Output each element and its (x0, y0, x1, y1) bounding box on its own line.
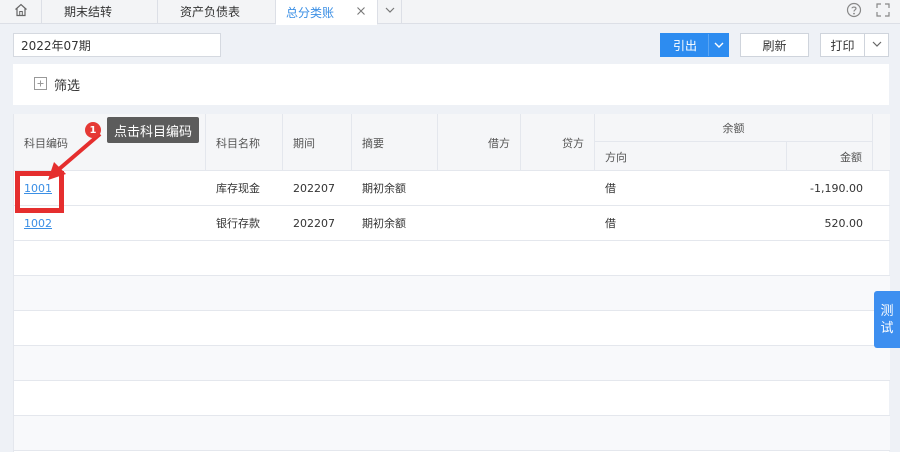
plus-square-icon[interactable] (34, 76, 47, 93)
help-icon[interactable] (846, 2, 862, 21)
refresh-button[interactable]: 刷新 (740, 33, 809, 57)
arrow-pointer-icon (48, 132, 102, 180)
tab-label: 资产负债表 (180, 5, 241, 19)
empty-row (14, 346, 890, 381)
tab-label: 期末结转 (64, 5, 113, 19)
print-button[interactable]: 打印 (820, 33, 865, 57)
account-name: 库存现金 (216, 182, 260, 195)
account-code-link[interactable]: 1002 (24, 217, 52, 230)
period-field[interactable]: 2022年07期 (13, 33, 221, 57)
header-period: 期间 (283, 114, 352, 171)
tab-label: 总分类账 (286, 5, 335, 20)
side-tab-text: 试 (880, 320, 894, 336)
header-summary: 摘要 (352, 114, 438, 171)
tab-balance-sheet[interactable]: 资产负债表 (158, 0, 276, 23)
chevron-down-icon (871, 38, 883, 53)
side-test-tab[interactable]: 测 试 (874, 291, 900, 348)
header-credit: 贷方 (521, 114, 595, 171)
empty-row (14, 241, 890, 276)
table-row: 1002 银行存款 202207 期初余额 借 520.00 (14, 206, 890, 241)
export-button[interactable]: 引出 (660, 33, 729, 57)
export-button-label: 引出 (673, 38, 698, 53)
tab-more-button[interactable] (378, 0, 402, 23)
filter-panel: 筛选 (13, 64, 889, 105)
empty-row (14, 276, 890, 311)
chevron-down-icon (384, 4, 396, 19)
direction-cell: 借 (605, 182, 616, 195)
header-amount: 金额 (787, 142, 873, 171)
print-more-button[interactable] (864, 33, 889, 57)
table-row: 1001 库存现金 202207 期初余额 借 -1,190.00 (14, 171, 890, 206)
filter-toggle[interactable]: 筛选 (54, 75, 80, 94)
side-tab-text: 测 (880, 303, 894, 319)
period-cell: 202207 (293, 216, 335, 230)
empty-row (14, 381, 890, 416)
tab-general-ledger[interactable]: 总分类账 (276, 0, 378, 25)
empty-row (14, 311, 890, 346)
home-tab[interactable] (0, 0, 42, 23)
summary-cell: 期初余额 (362, 217, 406, 230)
header-balance: 余额 (595, 114, 873, 142)
account-name: 银行存款 (216, 217, 260, 230)
amount-cell: -1,190.00 (810, 181, 863, 195)
header-direction: 方向 (595, 142, 787, 171)
summary-cell: 期初余额 (362, 182, 406, 195)
direction-cell: 借 (605, 217, 616, 230)
period-cell: 202207 (293, 181, 335, 195)
header-name: 科目名称 (206, 114, 283, 171)
step-badge: 1 (85, 122, 101, 138)
home-icon (14, 3, 28, 20)
fullscreen-icon[interactable] (876, 3, 890, 20)
amount-cell: 520.00 (824, 216, 864, 230)
empty-row (14, 416, 890, 451)
close-icon[interactable] (355, 5, 367, 17)
header-debit: 借方 (438, 114, 521, 171)
ledger-table: 科目编码 科目名称 期间 摘要 借方 贷方 余额 方向 金额 1001 库存现金… (13, 114, 890, 452)
tab-bar: 期末结转 资产负债表 总分类账 (0, 0, 900, 25)
callout-tooltip: 点击科目编码 (107, 117, 199, 143)
tab-period-close[interactable]: 期末结转 (42, 0, 158, 23)
chevron-down-icon[interactable] (712, 38, 726, 55)
